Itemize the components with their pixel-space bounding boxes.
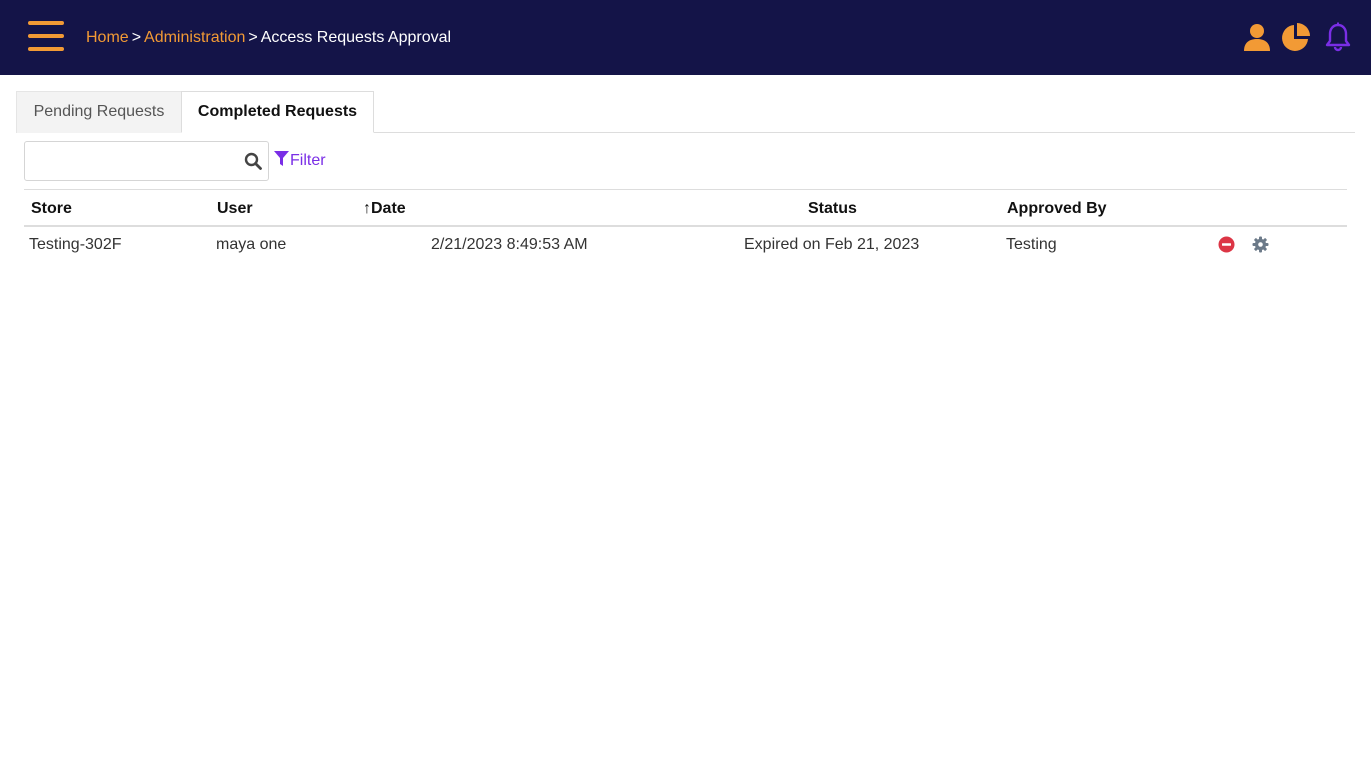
sort-ascending-icon: ↑ [363, 200, 371, 217]
column-header-store[interactable]: Store [31, 199, 72, 218]
settings-icon[interactable] [1252, 236, 1269, 253]
column-header-user[interactable]: User [217, 199, 253, 218]
request-tabs: Pending Requests Completed Requests [16, 91, 1355, 133]
filter-icon [274, 151, 289, 166]
table-header: Store User ↑Date Status Approved By [24, 189, 1347, 227]
breadcrumb-separator: > [131, 29, 142, 46]
table-row: Testing-302F maya one 2/21/2023 8:49:53 … [24, 227, 1347, 263]
breadcrumb-administration-link[interactable]: Administration [144, 29, 245, 46]
search-icon[interactable] [244, 152, 262, 170]
bell-icon[interactable] [1323, 22, 1353, 52]
revoke-icon[interactable] [1218, 236, 1235, 253]
breadcrumb-separator: > [248, 29, 258, 46]
requests-table: Store User ↑Date Status Approved By Test… [24, 189, 1347, 263]
cell-store: Testing-302F [29, 236, 122, 253]
cell-approved-by: Testing [1006, 236, 1057, 253]
column-header-date-label: Date [371, 200, 406, 217]
column-header-approved-by[interactable]: Approved By [1007, 199, 1107, 218]
table-body: Testing-302F maya one 2/21/2023 8:49:53 … [24, 227, 1347, 263]
user-icon[interactable] [1242, 22, 1272, 52]
column-header-status[interactable]: Status [808, 199, 857, 218]
cell-user: maya one [216, 236, 287, 253]
column-header-date[interactable]: ↑Date [363, 199, 406, 218]
cell-status: Expired on Feb 21, 2023 [744, 236, 920, 253]
breadcrumb-home-link[interactable]: Home [86, 29, 129, 46]
pie-chart-icon[interactable] [1281, 22, 1311, 52]
search-box [24, 141, 269, 181]
menu-icon[interactable] [28, 20, 64, 52]
filter-label: Filter [290, 152, 326, 169]
breadcrumb: Home > Administration > Access Requests Appr… [86, 28, 451, 47]
cell-date: 2/21/2023 8:49:53 AM [431, 236, 588, 253]
top-header: Home > Administration > Access Requests Appr… [0, 0, 1371, 75]
filter-button[interactable]: Filter [274, 151, 326, 171]
tab-pending-requests[interactable]: Pending Requests [16, 91, 181, 133]
search-input[interactable] [31, 148, 236, 174]
tab-completed-requests[interactable]: Completed Requests [181, 91, 374, 133]
breadcrumb-current: Access Requests Approval [260, 29, 452, 46]
